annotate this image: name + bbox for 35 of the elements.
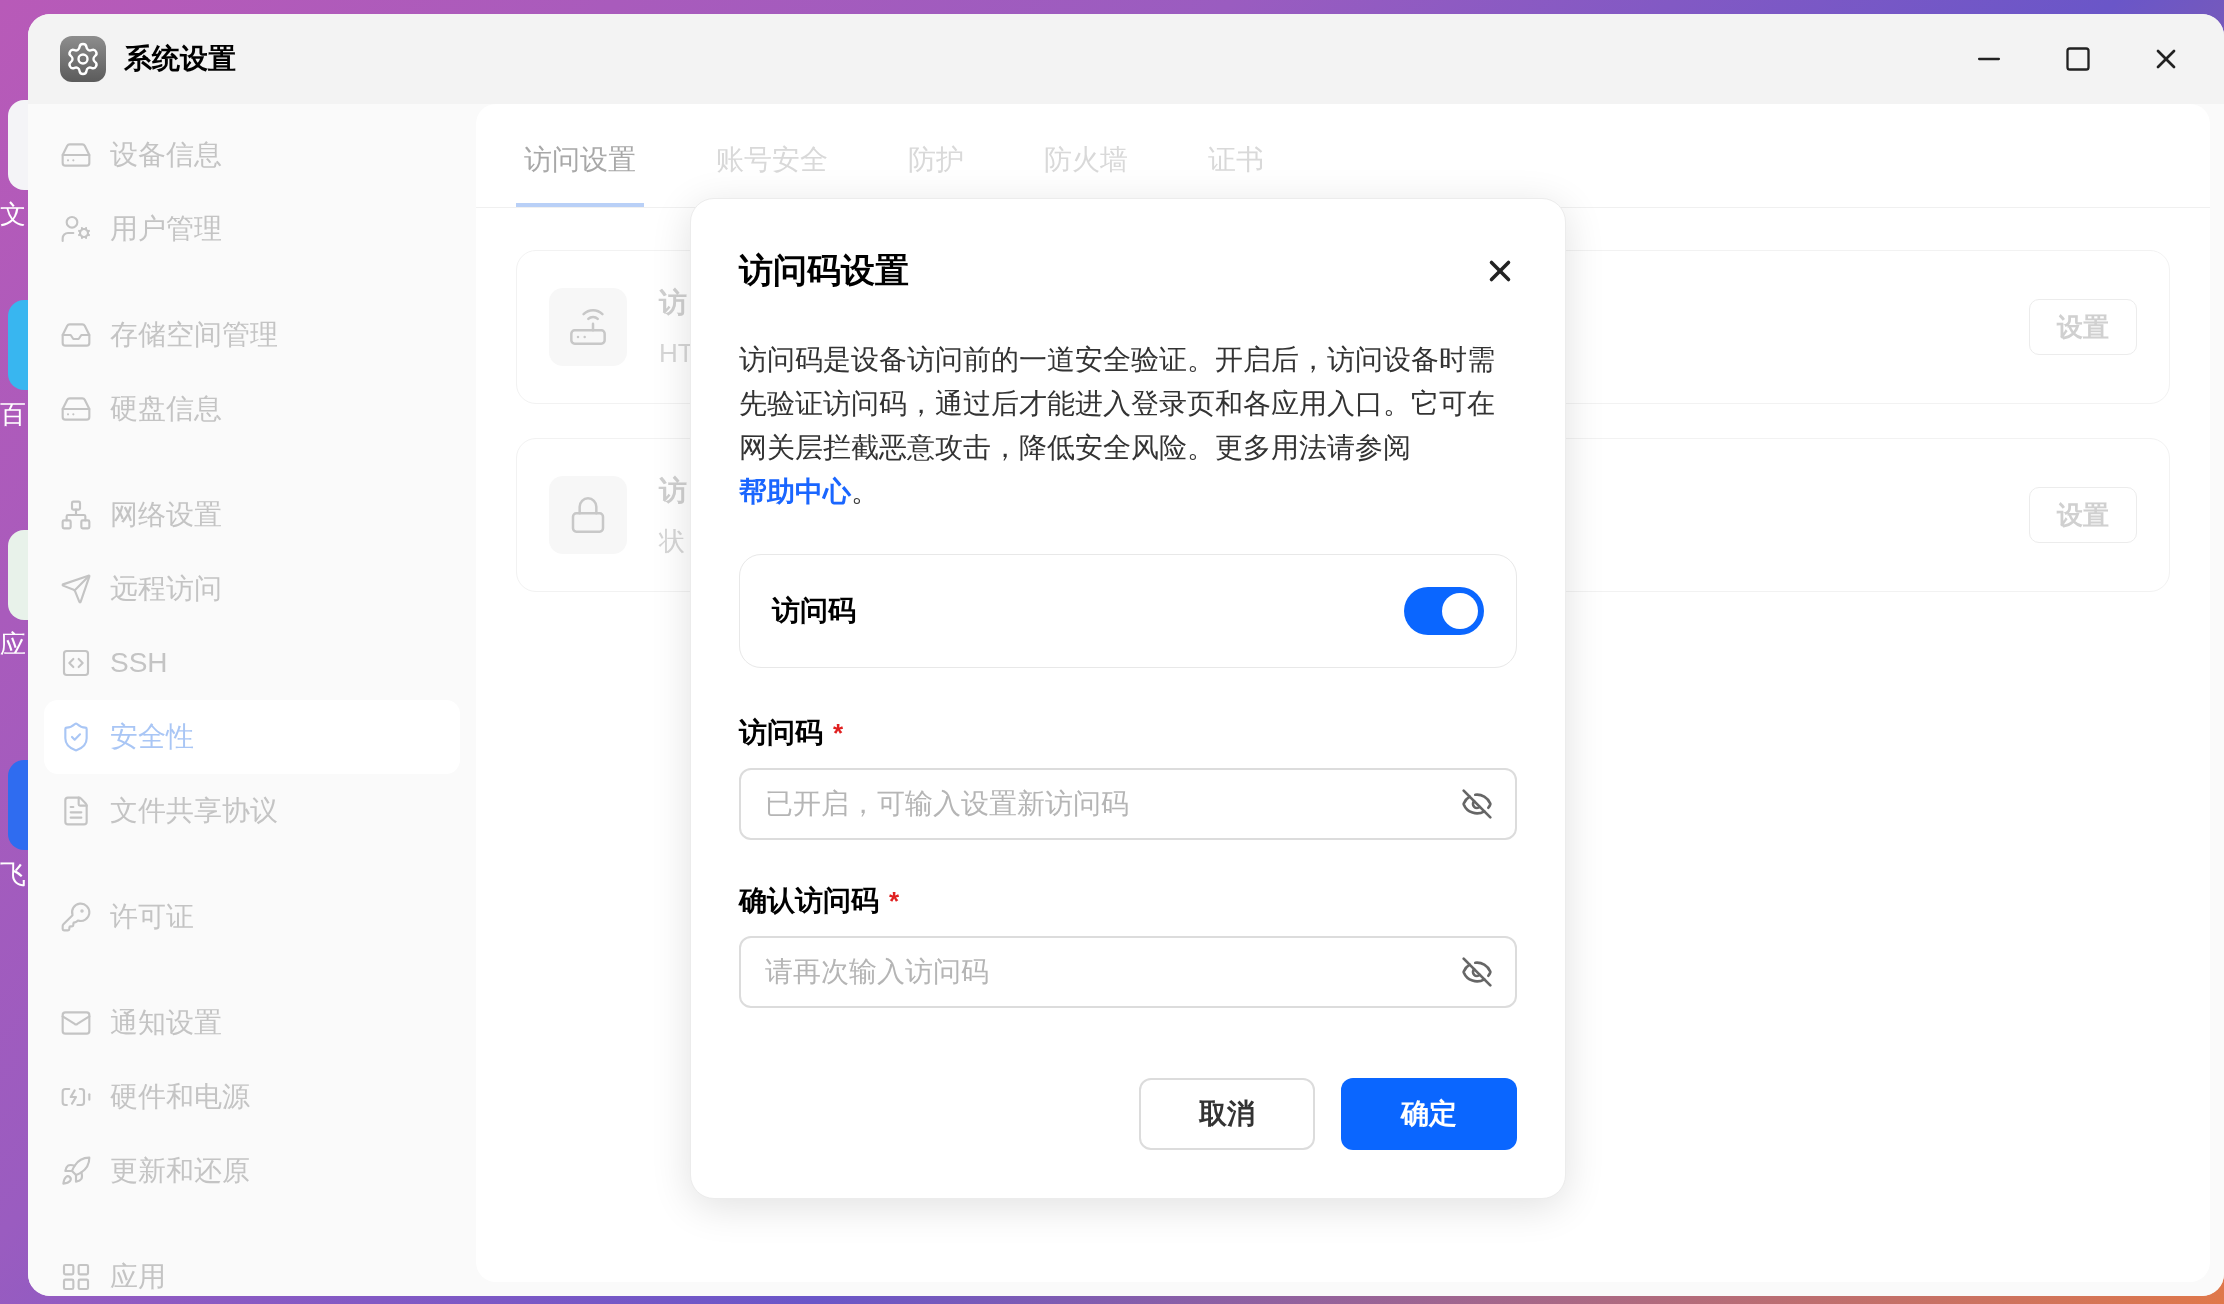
key-icon	[60, 901, 92, 933]
tab[interactable]: 访问设置	[516, 139, 644, 207]
router-icon	[549, 288, 627, 366]
dialog-description: 访问码是设备访问前的一道安全验证。开启后，访问设备时需先验证访问码，通过后才能进入登录页和各应用入口。它可在网关层拦截恶意攻击，降低安全风险。更多用法请参阅 帮助中心。	[739, 343, 1496, 509]
password-field[interactable]: 已开启，可输入设置新访问码	[739, 768, 1517, 840]
eye-off-icon[interactable]	[1461, 956, 1493, 988]
help-center-link[interactable]: 帮助中心	[739, 476, 851, 507]
dialog-title: 访问码设置	[739, 250, 909, 291]
password-field[interactable]: 请再次输入访问码	[739, 936, 1517, 1008]
app-icon[interactable]	[8, 100, 28, 190]
maximize-icon[interactable]	[2064, 45, 2092, 73]
rocket-icon	[60, 1155, 92, 1187]
eye-off-icon[interactable]	[1461, 788, 1493, 820]
app-icon[interactable]	[8, 530, 28, 620]
app-label: 应	[0, 628, 26, 661]
network-icon	[60, 499, 92, 531]
lock-icon	[549, 476, 627, 554]
app-label: 飞	[0, 858, 26, 891]
confirm-button[interactable]: 确定	[1341, 1078, 1517, 1150]
access-code-switch[interactable]	[1404, 587, 1484, 635]
gear-icon	[60, 36, 106, 82]
app-label: 文	[0, 198, 26, 231]
grid-icon	[60, 1261, 92, 1293]
required-mark: *	[889, 884, 900, 918]
cancel-button[interactable]: 取消	[1139, 1078, 1315, 1150]
sidebar-item[interactable]: 安全性	[44, 700, 460, 774]
paper-plane-icon	[60, 573, 92, 605]
toggle-label: 访问码	[772, 594, 856, 628]
code-icon	[60, 647, 92, 679]
app-label: 百	[0, 398, 26, 431]
window-title: 系统设置	[124, 42, 236, 76]
field-label: 确认访问码	[739, 884, 879, 918]
required-mark: *	[833, 716, 844, 750]
user-gear-icon	[60, 213, 92, 245]
field-label: 访问码	[739, 716, 823, 750]
